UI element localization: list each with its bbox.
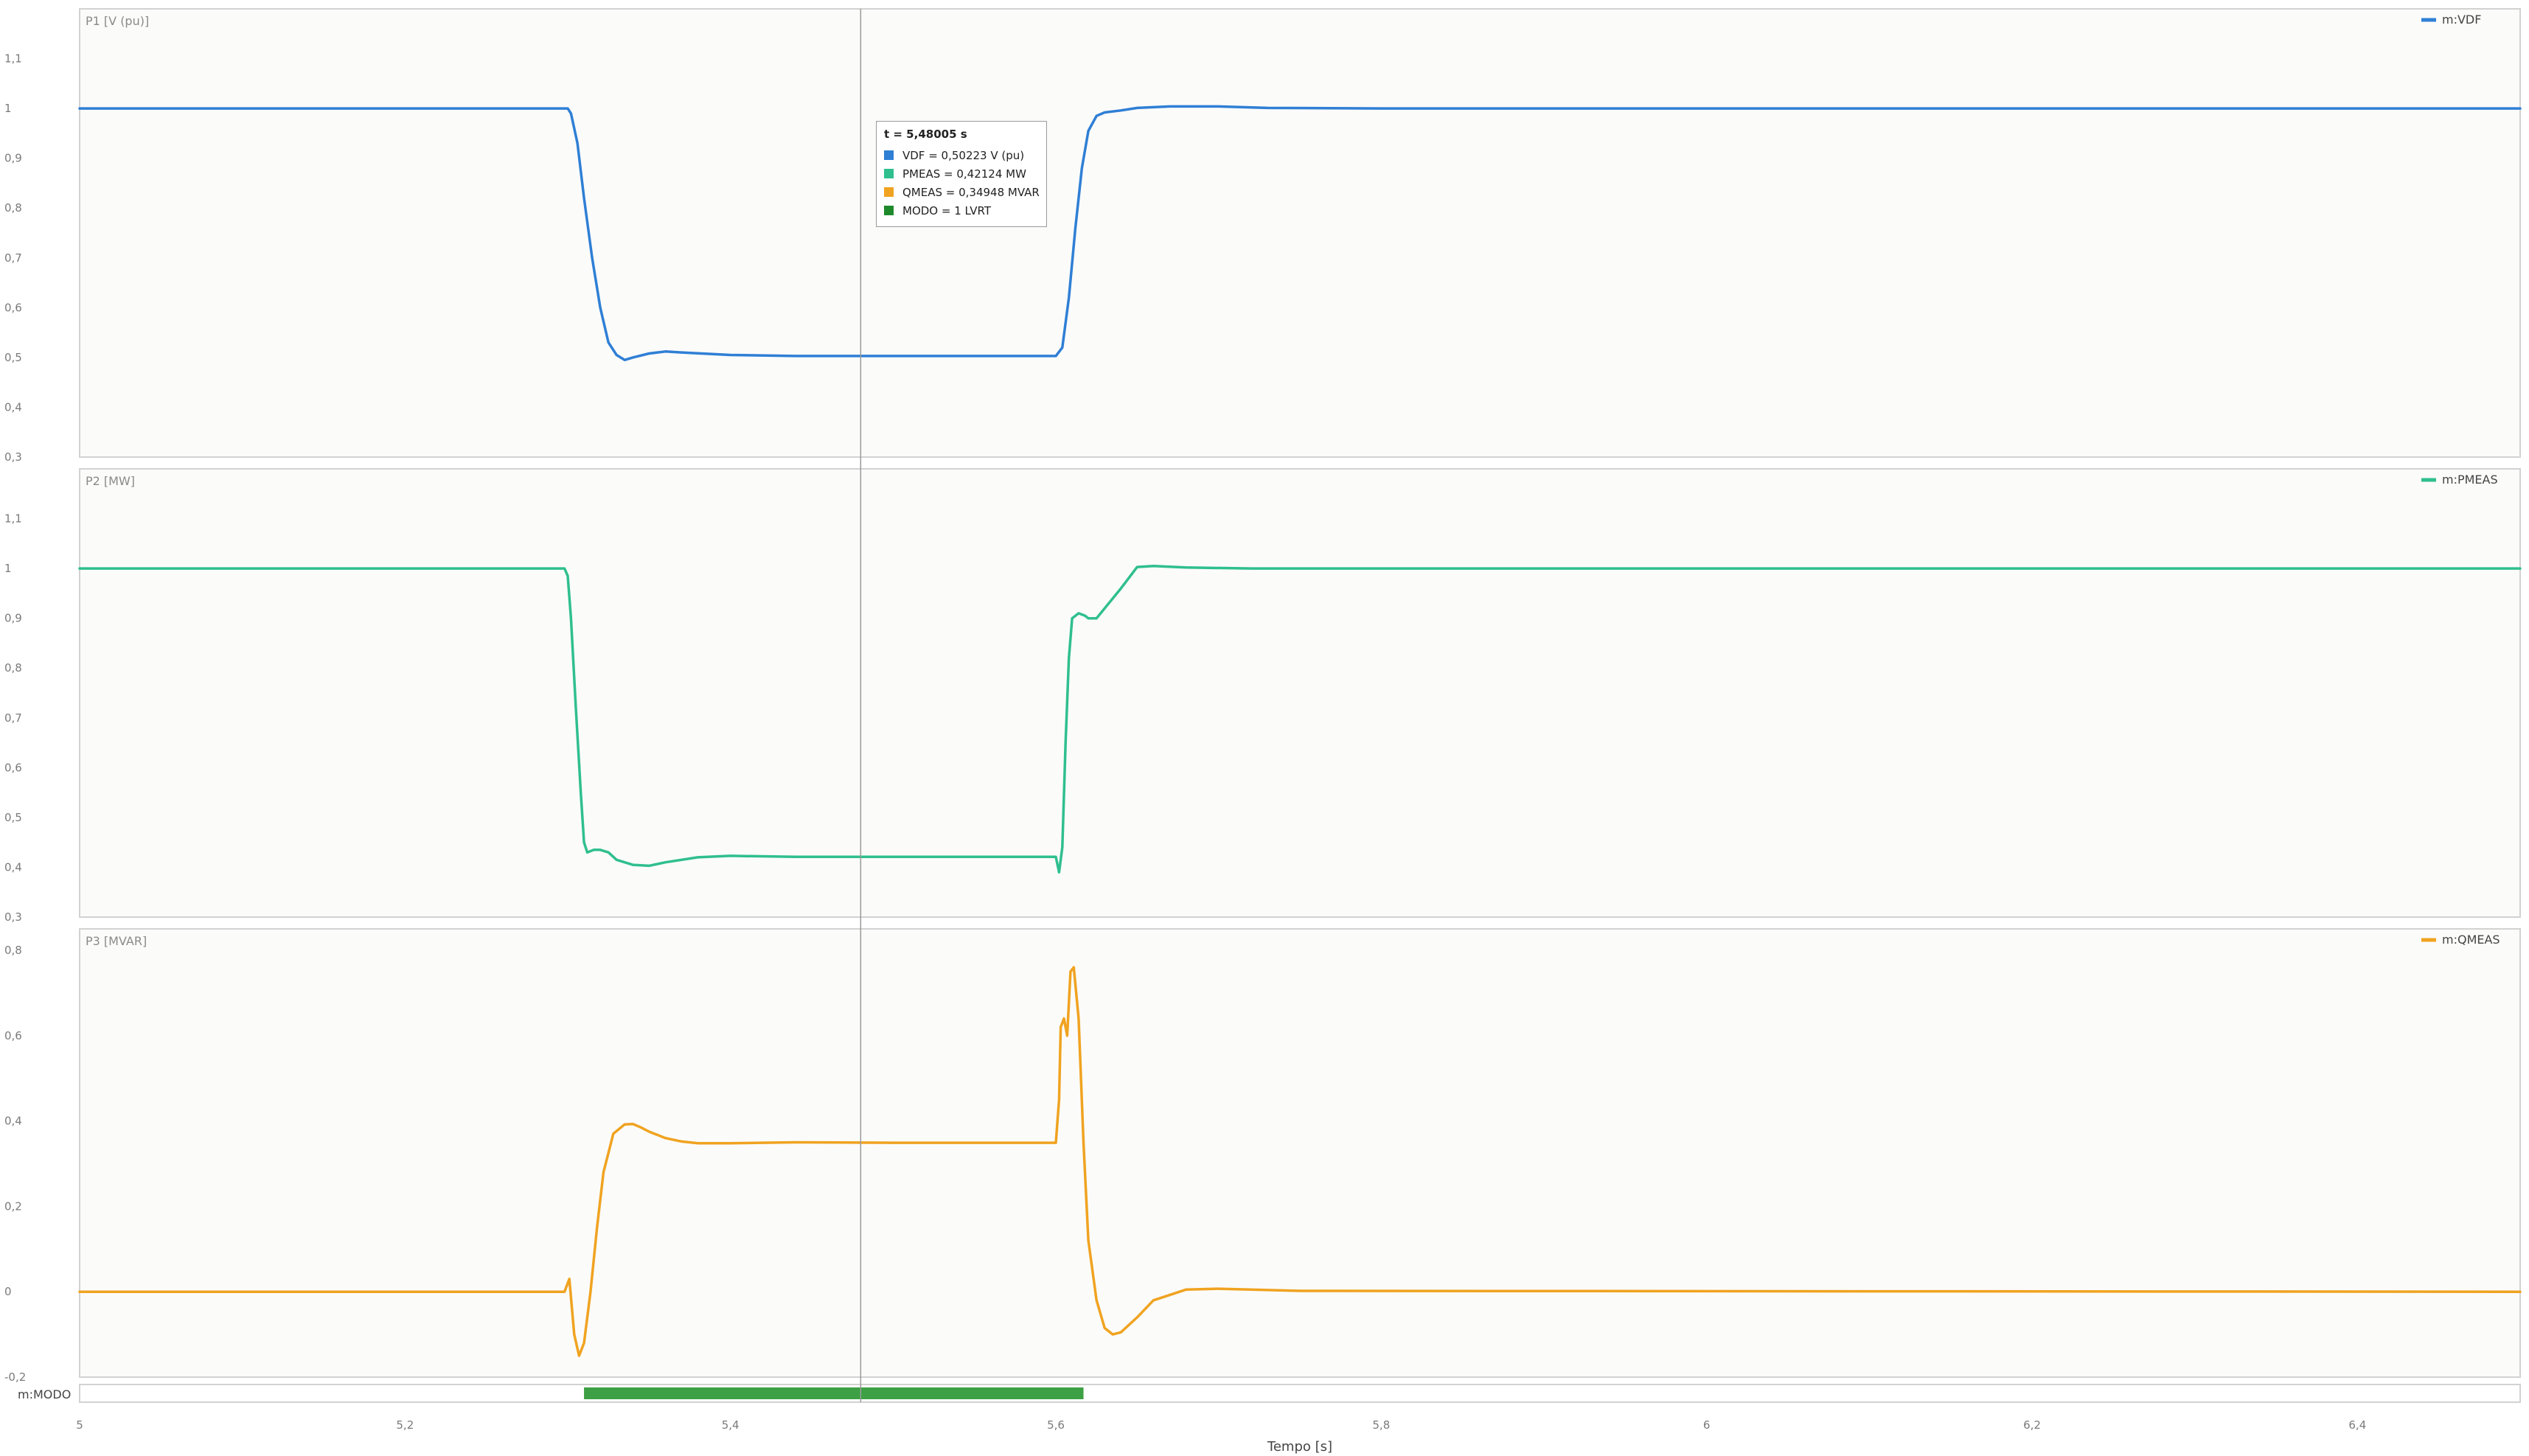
y-tick-label: 0,5: [4, 811, 22, 824]
y-tick-label: 1,1: [4, 512, 22, 526]
modo-band: m:MODO: [18, 1384, 2521, 1403]
y-tick-label: 0,8: [4, 944, 22, 957]
tooltip-value-pmeas: PMEAS = 0,42124 MW: [902, 167, 1026, 181]
y-tick-label: 0,3: [4, 910, 22, 924]
tooltip-swatch-modo: [884, 206, 894, 215]
tooltip-row-vdf: VDF = 0,50223 V (pu): [884, 146, 1039, 164]
cursor-tooltip: t = 5,48005 s VDF = 0,50223 V (pu) PMEAS…: [876, 121, 1047, 227]
y-tick-label: 0: [4, 1285, 12, 1298]
tooltip-row-pmeas: PMEAS = 0,42124 MW: [884, 164, 1039, 183]
tooltip-swatch-vdf: [884, 150, 894, 160]
y-tick-label: 0,2: [4, 1199, 22, 1213]
panel-frame: [79, 468, 2521, 918]
modo-band-label: m:MODO: [18, 1387, 71, 1401]
x-axis-title: Tempo [s]: [1267, 1439, 1332, 1455]
panel-1: P1 [V (pu)] 1,1 1 0,9 0,8 0,7 0,6 0,5 0,4 0,3 m:VD…: [4, 8, 2522, 464]
y-tick-label: 0,4: [4, 400, 22, 414]
x-tick-label: 6,2: [2023, 1418, 2041, 1432]
legend-label: m:PMEAS: [2442, 473, 2498, 487]
panel-title: P2 [MW]: [86, 474, 135, 488]
tooltip-swatch-pmeas: [884, 169, 894, 178]
y-tick-label: 0,8: [4, 661, 22, 675]
x-tick-label: 5,4: [722, 1418, 740, 1432]
x-tick-label: 5: [76, 1418, 83, 1432]
y-tick-label: 1: [4, 562, 12, 575]
y-tick-label: 0,7: [4, 251, 22, 265]
y-tick-label: 0,3: [4, 450, 22, 464]
y-tick-label: 1,1: [4, 52, 22, 66]
tooltip-title: t = 5,48005 s: [884, 128, 967, 141]
y-tick-label: 0,9: [4, 152, 22, 165]
panel-frame: [79, 8, 2521, 458]
x-tick-label: 5,2: [396, 1418, 414, 1432]
x-tick-label: 6: [1703, 1418, 1711, 1432]
panel-frame: [79, 928, 2521, 1378]
tooltip-swatch-qmeas: [884, 187, 894, 197]
y-tick-label: 0,8: [4, 201, 22, 215]
y-tick-label: 1: [4, 102, 12, 115]
panel-title: P1 [V (pu)]: [86, 14, 149, 28]
y-tick-label: 0,5: [4, 351, 22, 364]
y-tick-label: 0,6: [4, 301, 22, 314]
tooltip-row-qmeas: QMEAS = 0,34948 MVAR: [884, 183, 1040, 201]
y-tick-label: 0,7: [4, 711, 22, 725]
panel-3: P3 [MVAR] 0,8 0,6 0,4 0,2 0 -0,2 m:QMEAS: [4, 928, 2522, 1384]
x-tick-label: 5,6: [1047, 1418, 1065, 1432]
x-axis: 5 5,2 5,4 5,6 5,8 6 6,2 6,4 Tempo [s]: [76, 1418, 2366, 1455]
x-tick-label: 5,8: [1372, 1418, 1390, 1432]
tooltip-value-modo: MODO = 1 LVRT: [902, 203, 991, 217]
modo-band-frame: [79, 1384, 2521, 1403]
y-tick-label: 0,4: [4, 860, 22, 874]
panel-2: P2 [MW] 1,1 1 0,9 0,8 0,7 0,6 0,5 0,4 0,3 m:PMEAS: [4, 468, 2522, 924]
y-tick-label: 0,9: [4, 612, 22, 625]
x-tick-label: 6,4: [2348, 1418, 2366, 1432]
chart-canvas: P1 [V (pu)] 1,1 1 0,9 0,8 0,7 0,6 0,5 0,4 0,3 m:VD…: [4, 8, 2522, 1455]
y-tick-label: 0,6: [4, 1029, 22, 1042]
tooltip-row-modo: MODO = 1 LVRT: [884, 201, 1039, 220]
tooltip-value-vdf: VDF = 0,50223 V (pu): [902, 148, 1025, 162]
y-tick-label: 0,6: [4, 761, 22, 774]
panel-title: P3 [MVAR]: [86, 934, 147, 948]
y-tick-label: 0,4: [4, 1115, 22, 1128]
tooltip-value-qmeas: QMEAS = 0,34948 MVAR: [902, 185, 1040, 199]
modo-segment: [584, 1387, 1084, 1399]
legend-label: m:VDF: [2442, 13, 2481, 27]
legend-label: m:QMEAS: [2442, 933, 2500, 947]
y-tick-label: -0,2: [4, 1370, 26, 1384]
